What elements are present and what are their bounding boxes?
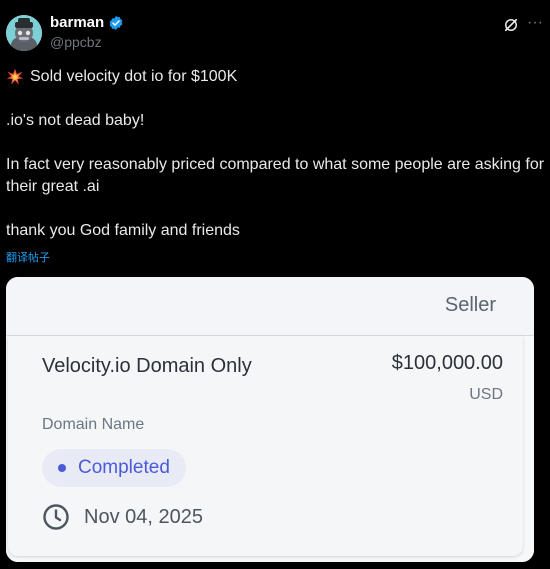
more-options-icon[interactable]: ··· [526,15,544,34]
currency-label: USD [469,386,503,403]
author-handle[interactable]: @ppcbz [50,34,124,50]
post-line-3: In fact very reasonably priced compared … [6,156,545,195]
post-header: barman @ppcbz ··· [6,12,544,58]
avatar[interactable] [6,15,42,51]
date-row: Nov 04, 2025 [42,503,203,531]
transaction-date: Nov 04, 2025 [84,505,203,528]
status-dot-icon [58,464,66,472]
attached-image[interactable]: Seller Velocity.io Domain Only $100,000.… [6,277,534,562]
display-name[interactable]: barman [50,14,104,31]
author-block: barman @ppcbz [50,14,124,50]
product-subtitle: Domain Name [42,416,145,433]
post-body: Sold velocity dot io for $100K .io's not… [6,66,546,242]
transaction-panel: Velocity.io Domain Only $100,000.00 USD … [8,336,523,556]
card-header: Seller [6,277,534,336]
collision-emoji-icon [6,68,24,85]
verified-badge-icon [109,15,123,30]
author-name-row[interactable]: barman [50,14,124,31]
translate-post-link[interactable]: 翻译帖子 [6,249,50,265]
post-line-1: Sold velocity dot io for $100K [6,66,546,88]
status-text: Completed [78,457,170,478]
clock-icon [43,504,69,530]
post-line-1-text: Sold velocity dot io for $100K [30,68,238,85]
post-line-2: .io's not dead baby! [6,112,145,129]
price-value: $100,000.00 [391,352,503,374]
card-body: Velocity.io Domain Only $100,000.00 USD … [6,336,534,562]
post-line-4: thank you God family and friends [6,222,240,239]
status-badge: Completed [42,449,186,487]
product-name: Velocity.io Domain Only [42,355,252,377]
seller-column-label: Seller [444,294,496,316]
monkey-avatar-icon [6,15,42,51]
grok-icon[interactable] [502,16,520,34]
